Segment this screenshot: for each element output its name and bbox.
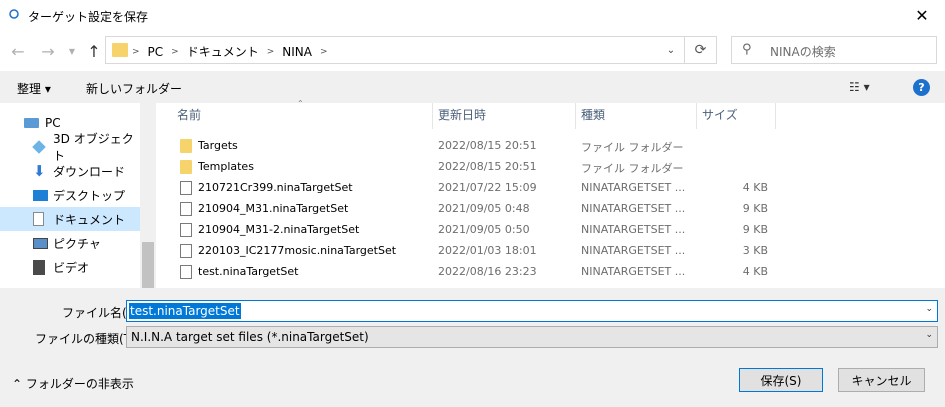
chevron-down-icon[interactable]: ⌄ [925, 330, 933, 340]
list-item[interactable]: Targets 2022/08/15 20:51 ファイル フォルダー [170, 136, 770, 157]
column-divider[interactable] [575, 103, 576, 129]
pc-icon [24, 118, 39, 128]
filetype-value: N.I.N.A target set files (*.ninaTargetSe… [131, 330, 369, 344]
sidebar-item-documents[interactable]: ドキュメント [0, 207, 140, 231]
search-placeholder: NINAの検索 [770, 45, 836, 59]
folder-icon [112, 43, 128, 57]
back-button[interactable]: ← [8, 41, 28, 61]
navigation-pane: PC 3D オブジェクト ⬇ ダウンロード デスクトップ ドキュメント ピクチャ… [0, 103, 140, 288]
close-button[interactable]: ✕ [899, 0, 945, 31]
folder-icon [180, 139, 192, 153]
breadcrumb-item-documents[interactable]: ドキュメント [187, 43, 259, 60]
breadcrumb-item-pc[interactable]: PC [148, 45, 164, 59]
chevron-right-icon[interactable]: > [171, 47, 179, 57]
videos-icon [33, 259, 45, 275]
sidebar-item-label: ドキュメント [53, 212, 126, 227]
column-header-size[interactable]: サイズ [702, 106, 738, 123]
up-button[interactable]: ↑ [84, 41, 104, 61]
list-item[interactable]: 210904_M31.ninaTargetSet 2021/09/05 0:48… [170, 199, 770, 220]
window-title: ターゲット設定を保存 [28, 10, 149, 24]
file-icon [180, 202, 192, 216]
sidebar-item-desktop[interactable]: デスクトップ [0, 183, 140, 207]
sidebar-item-label: ビデオ [53, 260, 90, 275]
sidebar-item-pictures[interactable]: ピクチャ [0, 231, 140, 255]
hide-folders-button[interactable]: ⌃ フォルダーの非表示 [12, 375, 134, 392]
forward-button[interactable]: → [38, 41, 58, 61]
help-icon[interactable]: ? [913, 79, 930, 96]
breadcrumb-item-nina[interactable]: NINA [282, 45, 312, 59]
filetype-label: ファイルの種類(T): [35, 332, 140, 346]
3d-objects-icon [32, 140, 46, 154]
column-header-name[interactable]: 名前 [177, 106, 201, 123]
column-divider[interactable] [432, 103, 433, 129]
sidebar-item-videos[interactable]: ビデオ [0, 255, 140, 279]
list-item[interactable]: Templates 2022/08/15 20:51 ファイル フォルダー [170, 157, 770, 178]
file-icon [180, 244, 192, 258]
file-icon [180, 181, 192, 195]
cancel-button[interactable]: キャンセル [838, 368, 925, 392]
sort-ascending-icon: ⌃ [297, 99, 304, 108]
filename-value: test.ninaTargetSet [129, 303, 241, 319]
file-icon [180, 265, 192, 279]
sidebar-item-label: ピクチャ [53, 236, 101, 251]
chevron-right-icon[interactable]: > [320, 47, 328, 57]
sidebar-item-label: デスクトップ [53, 188, 126, 203]
filename-input[interactable]: test.ninaTargetSet ⌄ [126, 300, 938, 322]
chevron-down-icon[interactable]: ⌄ [925, 304, 933, 314]
file-icon [180, 223, 192, 237]
list-item[interactable]: test.ninaTargetSet 2022/08/16 23:23 NINA… [170, 262, 770, 283]
folder-icon [180, 160, 192, 174]
save-button[interactable]: 保存(S) [739, 368, 823, 392]
search-input[interactable]: ⚲ NINAの検索 [731, 36, 937, 64]
pictures-icon [33, 237, 48, 249]
column-divider[interactable] [775, 103, 776, 129]
organize-button[interactable]: 整理 ▾ [17, 80, 51, 97]
download-icon: ⬇ [33, 162, 46, 180]
new-folder-button[interactable]: 新しいフォルダー [86, 80, 182, 97]
sidebar-item-3d-objects[interactable]: 3D オブジェクト [0, 132, 140, 163]
chevron-right-icon: > [132, 46, 140, 57]
chevron-right-icon[interactable]: > [267, 47, 275, 57]
app-icon [9, 9, 19, 19]
list-item[interactable]: 210904_M31-2.ninaTargetSet 2021/09/05 0:… [170, 220, 770, 241]
search-icon: ⚲ [742, 42, 752, 57]
column-header-type[interactable]: 種類 [581, 106, 605, 123]
view-options-icon[interactable]: ☷ ▾ [849, 80, 870, 94]
sidebar-item-downloads[interactable]: ⬇ ダウンロード [0, 159, 140, 183]
desktop-icon [33, 189, 48, 201]
refresh-button[interactable]: ⟳ [685, 36, 717, 64]
recent-locations-icon[interactable]: ▼ [66, 41, 78, 61]
chevron-down-icon[interactable]: ⌄ [658, 37, 684, 63]
address-bar[interactable]: > PC > ドキュメント > NINA > ⌄ [105, 36, 685, 64]
list-item[interactable]: 220103_IC2177mosic.ninaTargetSet 2022/01… [170, 241, 770, 262]
sidebar-item-label: ダウンロード [53, 164, 126, 179]
column-header-modified[interactable]: 更新日時 [438, 106, 486, 123]
scrollbar-thumb[interactable] [142, 242, 154, 288]
breadcrumb: > PC > ドキュメント > NINA > [132, 43, 328, 60]
sidebar-item-label: PC [45, 116, 61, 130]
filetype-select[interactable]: N.I.N.A target set files (*.ninaTargetSe… [126, 326, 938, 348]
documents-icon [33, 212, 44, 226]
list-item[interactable]: 210721Cr399.ninaTargetSet 2021/07/22 15:… [170, 178, 770, 199]
column-divider[interactable] [696, 103, 697, 129]
